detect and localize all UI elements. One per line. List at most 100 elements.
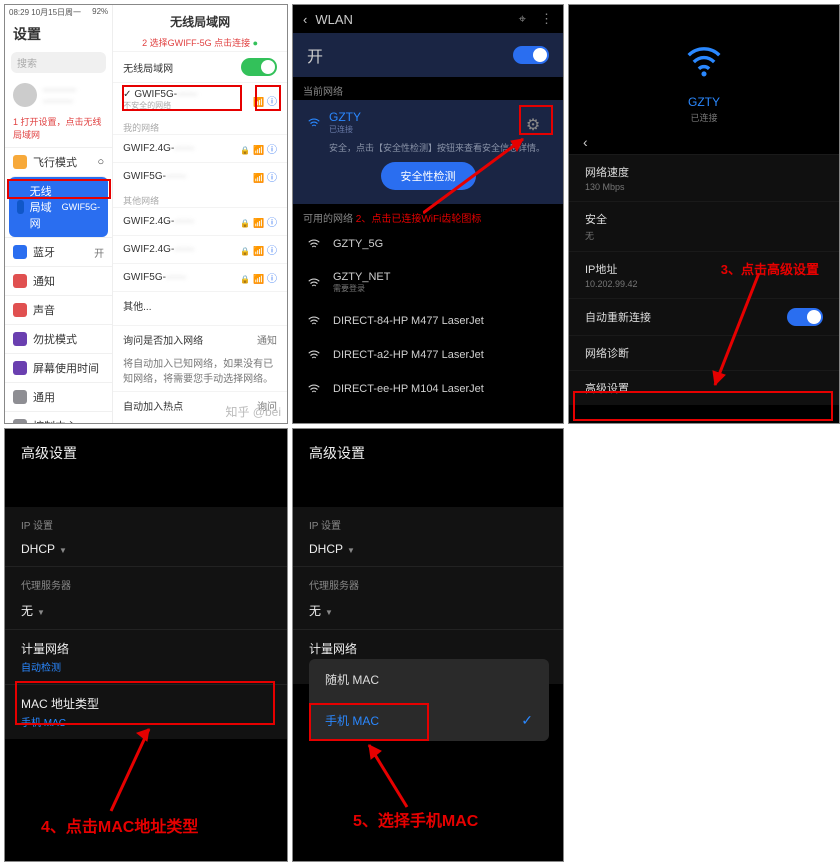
airplane-icon	[13, 155, 27, 169]
network-row[interactable]: GWIF2.4G-—— ⓘ	[113, 235, 287, 263]
network-row[interactable]: DIRECT-ee-HP M104 LaserJet	[293, 372, 563, 406]
wifi-icon	[307, 237, 321, 251]
connected-network-row[interactable]: ✓ GWIF5G-—— 不安全的网络 ⓘ	[113, 82, 287, 117]
network-row[interactable]: GWIF2.4G-—— ⓘ	[113, 134, 287, 162]
advanced-title: 高级设置	[5, 429, 287, 477]
gear-icon	[13, 390, 27, 404]
mac-type-row[interactable]: MAC 地址类型 手机 MAC	[5, 685, 287, 739]
ask-join-desc: 将自动加入已知网络，如果没有已知网络，将需要您手动选择网络。	[113, 353, 287, 391]
wifi-lock-icon	[307, 314, 321, 328]
switch-icon	[13, 419, 27, 424]
wlan-header: ‹ WLAN ⌖ ⋮	[293, 5, 563, 33]
security-check-button[interactable]: 安全性检测	[381, 162, 476, 190]
option-phone-mac[interactable]: 手机 MAC	[309, 700, 549, 741]
avatar	[13, 83, 37, 107]
wifi-icon	[17, 200, 24, 214]
signal-icon	[253, 97, 264, 108]
auto-reconnect-toggle[interactable]	[787, 308, 823, 326]
network-row[interactable]: DIRECT-84-HP M477 LaserJet	[293, 304, 563, 338]
wifi-icon	[307, 276, 321, 290]
wlan-detail-pane: 无线局域网 2 选择GWIFF-5G 点击连接 ● 无线局域网 ✓ GWIF5G…	[112, 5, 287, 423]
sidebar-item-wlan[interactable]: 无线局域网 GWIF5G-	[9, 176, 108, 237]
user-sub: ———	[43, 96, 76, 107]
wifi-icon	[307, 116, 321, 130]
annotation-step2: 2、点击已连接WiFi齿轮图标	[356, 214, 482, 225]
proxy-dropdown[interactable]: 无	[5, 596, 287, 629]
wlan-title: WLAN	[315, 12, 353, 27]
airplane-toggle[interactable]: ○	[98, 156, 105, 168]
signal-icon	[253, 173, 264, 184]
network-row[interactable]: GWIF5G-—— ⓘ	[113, 162, 287, 190]
annotation-step1b: 2 选择GWIFF-5G 点击连接 ●	[113, 34, 287, 51]
network-row[interactable]: DIRECT-a2-HP M477 LaserJet	[293, 338, 563, 372]
sidebar-item-screentime[interactable]: 屏幕使用时间	[5, 353, 112, 382]
security-desc: 安全，点击【安全性检测】按钮来查看安全信息详情。	[329, 141, 549, 154]
signal-icon	[253, 274, 264, 285]
gear-icon[interactable]: ⚙	[521, 113, 545, 137]
annotation-step3: 3、点击高级设置	[721, 259, 819, 278]
screenshot-2-android-wlan: ‹ WLAN ⌖ ⋮ 开 当前网络 GZTY 已连接 安全，点击【安全性检测】按…	[292, 4, 564, 424]
status-time: 08:29 10月15日周一	[9, 7, 81, 18]
other-networks-label: 其他网络	[113, 190, 287, 207]
connected-label: 已连接	[569, 111, 839, 124]
user-profile-row[interactable]: ——— ———	[5, 77, 112, 113]
back-icon[interactable]: ‹	[303, 12, 307, 27]
network-header: GZTY 已连接	[569, 5, 839, 134]
mac-type-popup: 随机 MAC 手机 MAC	[309, 659, 549, 741]
wlan-master-toggle[interactable]: 无线局域网	[113, 51, 287, 82]
row-diagnose[interactable]: 网络诊断	[569, 335, 839, 370]
more-icon[interactable]: ⋮	[540, 11, 553, 27]
metered-row[interactable]: 计量网络 自动检测	[5, 630, 287, 684]
signal-icon	[253, 145, 264, 156]
back-icon[interactable]: ‹	[569, 134, 839, 154]
ask-join-row[interactable]: 询问是否加入网络通知	[113, 325, 287, 353]
sidebar-item-airplane[interactable]: 飞行模式 ○	[5, 147, 112, 176]
scan-icon[interactable]: ⌖	[519, 11, 526, 27]
network-row[interactable]: GWIF5G-—— ⓘ	[113, 263, 287, 291]
other-network-row[interactable]: 其他...	[113, 291, 287, 319]
arrow-to-phone-mac	[363, 741, 423, 811]
signal-icon	[253, 218, 264, 229]
network-row[interactable]: GZTY_NET需要登录	[293, 261, 563, 304]
sidebar-item-dnd[interactable]: 勿扰模式	[5, 324, 112, 353]
annotation-step4: 4、点击MAC地址类型	[41, 813, 198, 837]
bell-icon	[13, 274, 27, 288]
available-networks-list: GZTY_5G GZTY_NET需要登录 DIRECT-84-HP M477 L…	[293, 227, 563, 406]
advanced-title: 高级设置	[293, 429, 563, 477]
sidebar-item-controlcenter[interactable]: 控制中心	[5, 411, 112, 424]
sidebar-item-notifications[interactable]: 通知	[5, 266, 112, 295]
ip-settings-label: IP 设置	[293, 507, 563, 536]
row-advanced[interactable]: 高级设置	[569, 370, 839, 405]
sidebar-item-general[interactable]: 通用	[5, 382, 112, 411]
hourglass-icon	[13, 361, 27, 375]
ip-settings-dropdown[interactable]: DHCP	[5, 536, 287, 566]
sidebar-item-sound[interactable]: 声音	[5, 295, 112, 324]
status-battery: 92%	[92, 7, 108, 18]
user-name: ———	[43, 84, 76, 96]
annotation-step5: 5、选择手机MAC	[353, 807, 478, 831]
ip-settings-label: IP 设置	[5, 507, 287, 536]
sidebar-item-bluetooth[interactable]: 蓝牙 开	[5, 237, 112, 266]
connected-status: 已连接	[329, 124, 361, 135]
wlan-toggle[interactable]	[513, 46, 549, 64]
network-row[interactable]: GZTY_5G	[293, 227, 563, 261]
row-speed[interactable]: 网络速度130 Mbps	[569, 154, 839, 201]
info-icon[interactable]: ⓘ	[267, 97, 277, 108]
ip-settings-dropdown[interactable]: DHCP	[293, 536, 563, 566]
search-input[interactable]: 搜索	[11, 52, 106, 73]
screenshot-1-ios-settings: 08:29 10月15日周一 92% 设置 搜索 ——— ——— 1 打开设置，…	[4, 4, 288, 424]
current-network-label: 当前网络	[293, 77, 563, 100]
wlan-toggle[interactable]	[241, 58, 277, 76]
proxy-dropdown[interactable]: 无	[293, 596, 563, 629]
proxy-label: 代理服务器	[5, 567, 287, 596]
wifi-lock-icon	[307, 348, 321, 362]
row-auto-reconnect[interactable]: 自动重新连接	[569, 298, 839, 335]
wlan-switch-row[interactable]: 开	[293, 33, 563, 77]
wlan-title: 无线局域网	[113, 5, 287, 34]
available-networks-label: 可用的网络 2、点击已连接WiFi齿轮图标	[293, 204, 563, 227]
row-security[interactable]: 安全无	[569, 201, 839, 251]
network-row[interactable]: GWIF2.4G-—— ⓘ	[113, 207, 287, 235]
signal-icon	[253, 246, 264, 257]
settings-title: 设置	[5, 20, 112, 48]
option-random-mac[interactable]: 随机 MAC	[309, 659, 549, 700]
